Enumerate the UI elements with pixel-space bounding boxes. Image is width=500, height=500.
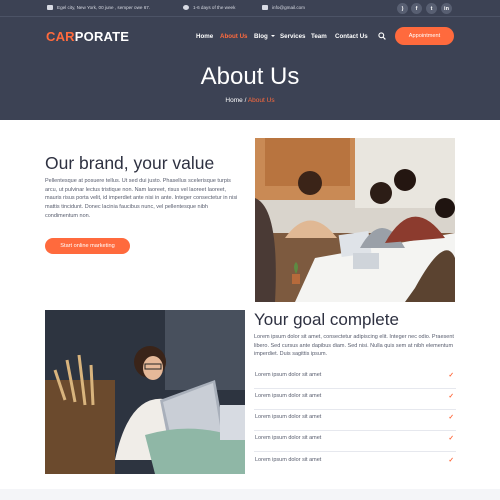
check-icon: ✓: [448, 435, 454, 442]
breadcrumb-separator: /: [244, 97, 247, 104]
address-info: Egel city, New York, 00 june , semper ow…: [47, 5, 150, 10]
email-info: info@gmail.com: [262, 5, 305, 10]
list-item: Lorem ipsum dolor sit amet ✓: [254, 410, 456, 431]
check-icon: ✓: [448, 372, 454, 379]
list-item: Lorem ipsum dolor sit amet ✓: [254, 368, 456, 389]
email-link[interactable]: info@gmail.com: [272, 5, 305, 10]
list-item: Lorem ipsum dolor sit amet ✓: [254, 431, 456, 452]
list-item-label: Lorem ipsum dolor sit amet: [255, 414, 322, 420]
nav-team[interactable]: Team: [311, 33, 327, 40]
clock-icon: [183, 5, 189, 10]
rss-glyph: ): [401, 5, 404, 12]
top-info-bar: Egel city, New York, 00 june , semper ow…: [0, 0, 500, 17]
check-icon: ✓: [448, 414, 454, 421]
facebook-icon[interactable]: f: [411, 3, 422, 14]
search-icon[interactable]: [378, 32, 386, 40]
hours-info: 1-6 days of the week: [183, 5, 235, 10]
breadcrumb: Home / About Us: [0, 97, 500, 104]
breadcrumb-current: About Us: [247, 97, 275, 104]
list-item-label: Lorem ipsum dolor sit amet: [255, 435, 322, 441]
hours-text: 1-6 days of the week: [193, 5, 236, 10]
mail-icon: [262, 5, 268, 10]
list-item-label: Lorem ipsum dolor sit amet: [255, 372, 322, 378]
address-text: Egel city, New York, 00 june , semper ow…: [57, 5, 151, 10]
brand-heading: Our brand, your value: [45, 153, 215, 173]
team-meeting-photo: [255, 138, 455, 302]
twitter-glyph: t: [430, 5, 433, 12]
list-item-label: Lorem ipsum dolor sit amet: [255, 457, 322, 463]
brand-paragraph: Pellentesque at posuere tellus. Ut sed d…: [45, 178, 238, 219]
start-marketing-button[interactable]: Start online marketing: [45, 238, 130, 254]
site-logo[interactable]: CARPORATE: [46, 29, 129, 44]
twitter-icon[interactable]: t: [426, 3, 437, 14]
check-icon: ✓: [448, 457, 454, 464]
linkedin-glyph: in: [444, 5, 449, 12]
list-item: Lorem ipsum dolor sit amet ✓: [254, 389, 456, 410]
page-title: About Us: [200, 63, 300, 90]
location-icon: [47, 5, 53, 10]
list-item-label: Lorem ipsum dolor sit amet: [255, 393, 322, 399]
list-item: Lorem ipsum dolor sit amet ✓: [254, 453, 456, 474]
goal-paragraph: Lorem ipsum dolor sit amet, consectetur …: [254, 334, 454, 358]
facebook-glyph: f: [415, 5, 418, 12]
nav-blog-label: Blog: [254, 33, 268, 40]
rss-icon[interactable]: ): [397, 3, 408, 14]
linkedin-icon[interactable]: in: [441, 3, 452, 14]
nav-home[interactable]: Home: [196, 33, 213, 40]
chevron-down-icon: [270, 35, 275, 38]
nav-contact-us[interactable]: Contact Us: [335, 33, 368, 40]
check-icon: ✓: [448, 393, 454, 400]
breadcrumb-home[interactable]: Home: [225, 97, 242, 104]
logo-rest: PORATE: [74, 29, 130, 44]
nav-about-us[interactable]: About Us: [220, 33, 248, 40]
logo-accent: CAR: [46, 29, 75, 44]
woman-laptop-photo: [45, 310, 245, 474]
nav-blog[interactable]: Blog: [254, 33, 275, 40]
appointment-button[interactable]: Appointment: [395, 27, 454, 45]
page-header: Egel city, New York, 00 june , semper ow…: [0, 0, 500, 120]
nav-services[interactable]: Services: [280, 33, 305, 40]
footer-band: [0, 489, 500, 500]
goal-heading: Your goal complete: [254, 310, 399, 329]
